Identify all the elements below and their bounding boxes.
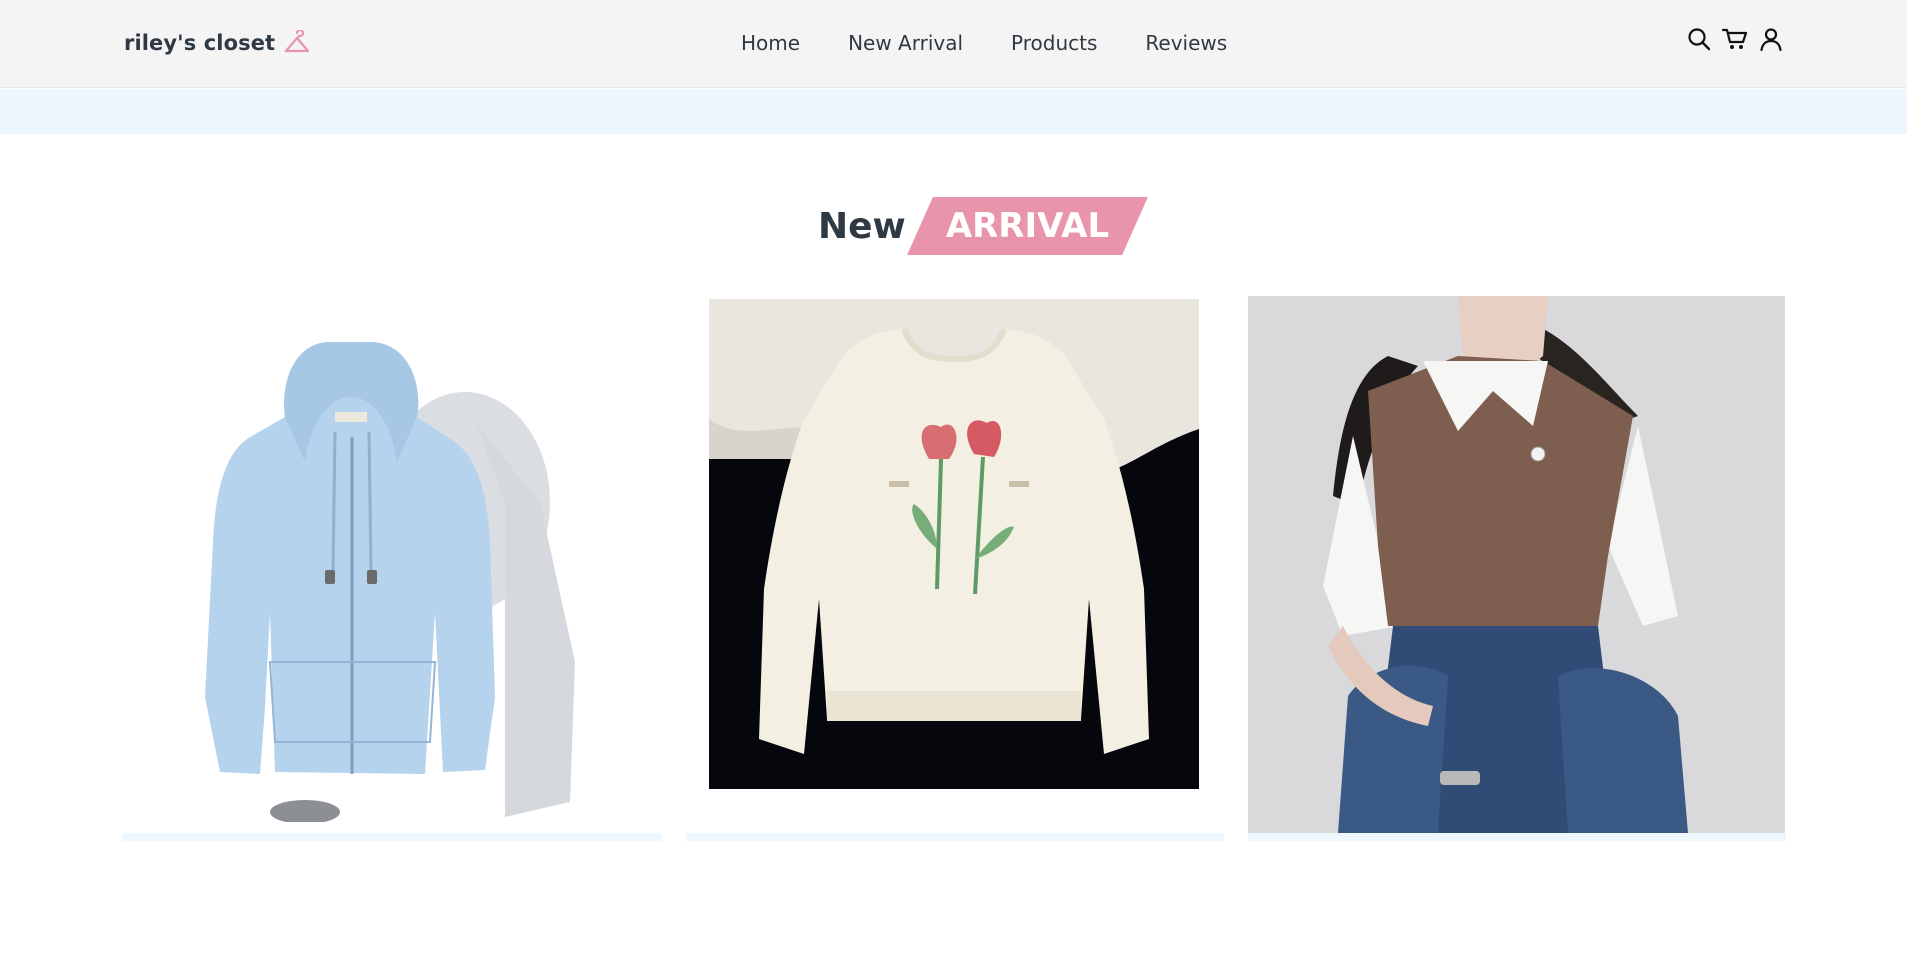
brand-logo[interactable]: riley's closet (124, 28, 311, 58)
nav-products[interactable]: Products (1011, 28, 1097, 58)
section-title: New ARRIVAL (818, 196, 1135, 256)
product-card-footer (686, 833, 1224, 841)
site-header: riley's closet Home New Arrival Products… (0, 0, 1907, 88)
user-icon[interactable] (1758, 26, 1784, 52)
product-card[interactable] (1248, 294, 1786, 841)
cart-icon[interactable] (1722, 26, 1748, 52)
section-title-plain: New (818, 205, 906, 247)
nav-home[interactable]: Home (741, 28, 800, 58)
hanger-icon (283, 30, 311, 56)
product-image-vest[interactable] (1248, 296, 1785, 833)
product-image-hoodie[interactable] (185, 302, 615, 822)
nav-reviews[interactable]: Reviews (1145, 28, 1227, 58)
product-card-footer (123, 833, 661, 841)
search-icon[interactable] (1686, 26, 1712, 52)
product-card[interactable] (123, 294, 661, 841)
section-title-highlight: ARRIVAL (920, 197, 1135, 255)
brand-name: riley's closet (124, 31, 276, 55)
product-image-sweatshirt[interactable] (709, 299, 1199, 789)
nav-new-arrival[interactable]: New Arrival (848, 28, 963, 58)
product-card-footer (1248, 833, 1786, 841)
promo-band (0, 89, 1907, 134)
header-actions (1686, 26, 1784, 52)
product-card[interactable] (686, 294, 1224, 841)
main-nav: Home New Arrival Products Reviews (741, 28, 1227, 58)
